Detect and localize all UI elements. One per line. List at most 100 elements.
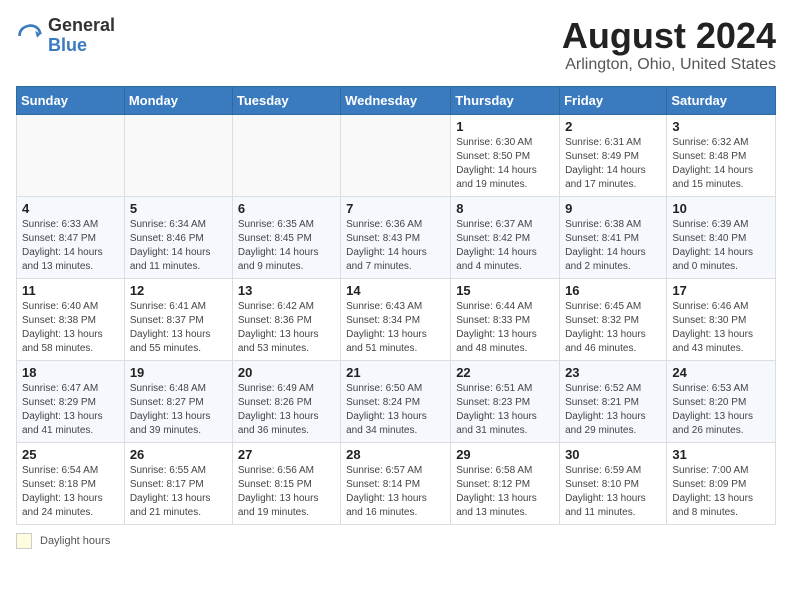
legend: Daylight hours [16, 533, 776, 549]
calendar-cell: 29 Sunrise: 6:58 AM Sunset: 8:12 PM Dayli… [451, 442, 560, 524]
calendar-cell: 14 Sunrise: 6:43 AM Sunset: 8:34 PM Dayli… [341, 278, 451, 360]
logo-blue: Blue [48, 36, 115, 56]
day-number: 7 [346, 201, 445, 216]
calendar-week-row: 11 Sunrise: 6:40 AM Sunset: 8:38 PM Dayli… [17, 278, 776, 360]
day-info: Sunrise: 6:38 AM Sunset: 8:41 PM Dayligh… [565, 218, 661, 274]
calendar-header: SundayMondayTuesdayWednesdayThursdayFrid… [17, 86, 776, 114]
day-header: Wednesday [341, 86, 451, 114]
day-info: Sunrise: 6:41 AM Sunset: 8:37 PM Dayligh… [130, 300, 227, 356]
day-number: 14 [346, 283, 445, 298]
day-number: 15 [456, 283, 554, 298]
day-header: Sunday [17, 86, 125, 114]
day-number: 24 [672, 365, 770, 380]
day-number: 27 [238, 447, 335, 462]
day-info: Sunrise: 6:35 AM Sunset: 8:45 PM Dayligh… [238, 218, 335, 274]
page-title: August 2024 [562, 16, 776, 56]
calendar-cell: 6 Sunrise: 6:35 AM Sunset: 8:45 PM Daylig… [232, 196, 340, 278]
calendar-cell: 20 Sunrise: 6:49 AM Sunset: 8:26 PM Dayli… [232, 360, 340, 442]
day-number: 25 [22, 447, 119, 462]
day-info: Sunrise: 6:46 AM Sunset: 8:30 PM Dayligh… [672, 300, 770, 356]
calendar-cell: 23Sunrise: 6:52 AM Sunset: 8:21 PM Dayli… [560, 360, 667, 442]
calendar-cell: 28Sunrise: 6:57 AM Sunset: 8:14 PM Dayli… [341, 442, 451, 524]
day-number: 23 [565, 365, 661, 380]
day-info: Sunrise: 6:34 AM Sunset: 8:46 PM Dayligh… [130, 218, 227, 274]
day-info: Sunrise: 6:53 AM Sunset: 8:20 PM Dayligh… [672, 382, 770, 438]
calendar-cell: 15 Sunrise: 6:44 AM Sunset: 8:33 PM Dayli… [451, 278, 560, 360]
day-header: Thursday [451, 86, 560, 114]
day-number: 21 [346, 365, 445, 380]
day-info: Sunrise: 6:59 AM Sunset: 8:10 PM Dayligh… [565, 464, 661, 520]
day-number: 20 [238, 365, 335, 380]
calendar-cell [17, 114, 125, 196]
calendar-cell [341, 114, 451, 196]
header-row: SundayMondayTuesdayWednesdayThursdayFrid… [17, 86, 776, 114]
calendar-cell: 21Sunrise: 6:50 AM Sunset: 8:24 PM Dayli… [341, 360, 451, 442]
calendar-cell: 3Sunrise: 6:32 AM Sunset: 8:48 PM Daylig… [667, 114, 776, 196]
day-header: Saturday [667, 86, 776, 114]
day-info: Sunrise: 6:58 AM Sunset: 8:12 PM Dayligh… [456, 464, 554, 520]
calendar: SundayMondayTuesdayWednesdayThursdayFrid… [16, 86, 776, 525]
calendar-cell: 11 Sunrise: 6:40 AM Sunset: 8:38 PM Dayli… [17, 278, 125, 360]
day-number: 29 [456, 447, 554, 462]
calendar-cell: 9 Sunrise: 6:38 AM Sunset: 8:41 PM Daylig… [560, 196, 667, 278]
day-number: 18 [22, 365, 119, 380]
calendar-cell: 30 Sunrise: 6:59 AM Sunset: 8:10 PM Dayli… [560, 442, 667, 524]
calendar-cell: 18 Sunrise: 6:47 AM Sunset: 8:29 PM Dayli… [17, 360, 125, 442]
calendar-cell: 12 Sunrise: 6:41 AM Sunset: 8:37 PM Dayli… [124, 278, 232, 360]
calendar-cell: 10Sunrise: 6:39 AM Sunset: 8:40 PM Dayli… [667, 196, 776, 278]
day-number: 17 [672, 283, 770, 298]
calendar-cell: 5 Sunrise: 6:34 AM Sunset: 8:46 PM Daylig… [124, 196, 232, 278]
day-number: 8 [456, 201, 554, 216]
day-info: Sunrise: 6:49 AM Sunset: 8:26 PM Dayligh… [238, 382, 335, 438]
day-number: 30 [565, 447, 661, 462]
day-number: 5 [130, 201, 227, 216]
day-number: 12 [130, 283, 227, 298]
day-number: 28 [346, 447, 445, 462]
logo: General Blue [16, 16, 115, 56]
calendar-cell: 7 Sunrise: 6:36 AM Sunset: 8:43 PM Daylig… [341, 196, 451, 278]
day-number: 6 [238, 201, 335, 216]
day-info: Sunrise: 6:36 AM Sunset: 8:43 PM Dayligh… [346, 218, 445, 274]
legend-label: Daylight hours [40, 535, 110, 547]
calendar-cell: 13Sunrise: 6:42 AM Sunset: 8:36 PM Dayli… [232, 278, 340, 360]
day-info: Sunrise: 6:56 AM Sunset: 8:15 PM Dayligh… [238, 464, 335, 520]
day-info: Sunrise: 6:54 AM Sunset: 8:18 PM Dayligh… [22, 464, 119, 520]
calendar-cell: 24 Sunrise: 6:53 AM Sunset: 8:20 PM Dayli… [667, 360, 776, 442]
calendar-body: 1 Sunrise: 6:30 AM Sunset: 8:50 PM Daylig… [17, 114, 776, 524]
day-number: 26 [130, 447, 227, 462]
day-header: Friday [560, 86, 667, 114]
day-info: Sunrise: 6:30 AM Sunset: 8:50 PM Dayligh… [456, 136, 554, 192]
day-info: Sunrise: 6:40 AM Sunset: 8:38 PM Dayligh… [22, 300, 119, 356]
calendar-cell: 17 Sunrise: 6:46 AM Sunset: 8:30 PM Dayli… [667, 278, 776, 360]
day-number: 2 [565, 119, 661, 134]
day-info: Sunrise: 6:33 AM Sunset: 8:47 PM Dayligh… [22, 218, 119, 274]
day-info: Sunrise: 6:44 AM Sunset: 8:33 PM Dayligh… [456, 300, 554, 356]
calendar-cell: 2Sunrise: 6:31 AM Sunset: 8:49 PM Daylig… [560, 114, 667, 196]
logo-general: General [48, 16, 115, 36]
calendar-week-row: 1 Sunrise: 6:30 AM Sunset: 8:50 PM Daylig… [17, 114, 776, 196]
day-info: Sunrise: 6:37 AM Sunset: 8:42 PM Dayligh… [456, 218, 554, 274]
page-subtitle: Arlington, Ohio, United States [562, 56, 776, 74]
calendar-cell: 25 Sunrise: 6:54 AM Sunset: 8:18 PM Dayli… [17, 442, 125, 524]
day-number: 22 [456, 365, 554, 380]
day-info: Sunrise: 6:39 AM Sunset: 8:40 PM Dayligh… [672, 218, 770, 274]
day-info: Sunrise: 6:43 AM Sunset: 8:34 PM Dayligh… [346, 300, 445, 356]
day-number: 31 [672, 447, 770, 462]
calendar-cell: 27 Sunrise: 6:56 AM Sunset: 8:15 PM Dayli… [232, 442, 340, 524]
calendar-cell: 31 Sunrise: 7:00 AM Sunset: 8:09 PM Dayli… [667, 442, 776, 524]
day-header: Monday [124, 86, 232, 114]
calendar-cell: 8 Sunrise: 6:37 AM Sunset: 8:42 PM Daylig… [451, 196, 560, 278]
day-number: 9 [565, 201, 661, 216]
calendar-cell: 22Sunrise: 6:51 AM Sunset: 8:23 PM Dayli… [451, 360, 560, 442]
day-number: 16 [565, 283, 661, 298]
calendar-cell: 26Sunrise: 6:55 AM Sunset: 8:17 PM Dayli… [124, 442, 232, 524]
calendar-week-row: 25 Sunrise: 6:54 AM Sunset: 8:18 PM Dayli… [17, 442, 776, 524]
calendar-cell [124, 114, 232, 196]
calendar-cell: 19Sunrise: 6:48 AM Sunset: 8:27 PM Dayli… [124, 360, 232, 442]
day-number: 11 [22, 283, 119, 298]
calendar-cell: 16Sunrise: 6:45 AM Sunset: 8:32 PM Dayli… [560, 278, 667, 360]
day-info: Sunrise: 6:47 AM Sunset: 8:29 PM Dayligh… [22, 382, 119, 438]
day-number: 1 [456, 119, 554, 134]
day-info: Sunrise: 7:00 AM Sunset: 8:09 PM Dayligh… [672, 464, 770, 520]
day-number: 19 [130, 365, 227, 380]
